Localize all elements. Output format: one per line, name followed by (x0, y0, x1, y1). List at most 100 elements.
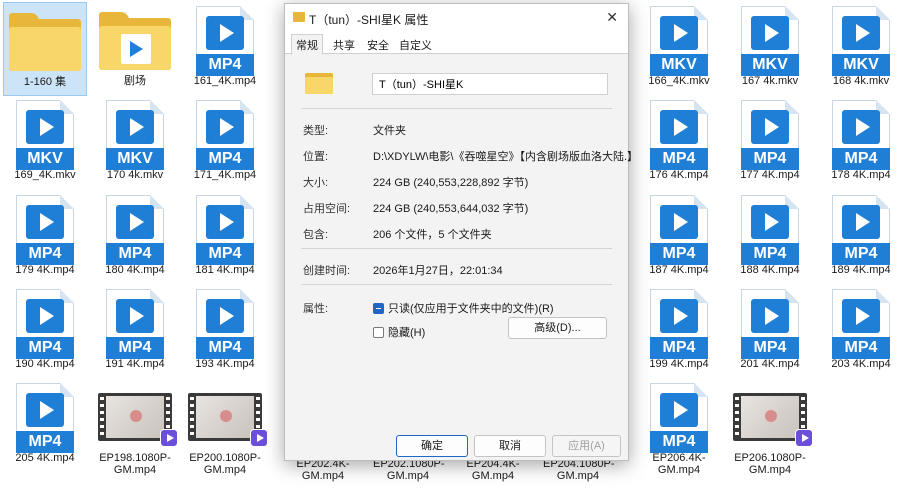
file-label: 201 4K.mp4 (740, 358, 800, 370)
folder-name-input[interactable] (372, 73, 608, 95)
media-folder-icon (99, 12, 171, 70)
file-type-badge: MKV (741, 54, 799, 76)
file-type-badge: MP4 (832, 337, 890, 359)
file-type-badge: MP4 (16, 431, 74, 453)
video-file-icon: MP4 (650, 289, 708, 359)
video-thumbnail-icon (733, 393, 813, 447)
location-value: D:\XDYLW\电影\《吞噬星空》【内含剧场版血洛大陆.】 (373, 151, 639, 163)
video-thumbnail-icon (98, 393, 178, 447)
file-label: 179 4K.mp4 (15, 264, 75, 276)
file-item[interactable]: EP200.1080P-GM.mp4 (183, 379, 268, 476)
file-item[interactable]: MP4 203 4K.mp4 (819, 285, 900, 379)
desktop: 1-160 集剧场 MP4 161_4K.mp4 MKV 166_4K.mkv MKV 16… (0, 0, 900, 491)
disk-size-value: 224 GB (240,553,644,032 字节) (373, 203, 529, 215)
file-label: EP198.1080P-GM.mp4 (99, 452, 171, 476)
file-item[interactable]: EP206.1080P-GM.mp4 (728, 379, 813, 476)
file-item[interactable]: MP4 181 4K.mp4 (183, 191, 267, 285)
file-label: 176 4K.mp4 (649, 169, 709, 181)
file-item[interactable]: MP4 177 4K.mp4 (728, 96, 812, 190)
advanced-button[interactable]: 高级(D)... (508, 317, 607, 339)
file-type-badge: MP4 (741, 243, 799, 265)
file-label: EP206.4K-GM.mp4 (652, 452, 706, 476)
apply-button[interactable]: 应用(A) (552, 435, 621, 457)
file-item[interactable]: MP4 189 4K.mp4 (819, 191, 900, 285)
video-file-icon: MKV (16, 100, 74, 170)
file-label: EP206.1080P-GM.mp4 (734, 452, 806, 476)
file-type-badge: MKV (16, 148, 74, 170)
disk-size-key: 占用空间: (303, 203, 351, 215)
file-item[interactable]: MKV 166_4K.mkv (637, 2, 721, 96)
file-label: 189 4K.mp4 (831, 264, 891, 276)
file-item[interactable]: MP4 188 4K.mp4 (728, 191, 812, 285)
folder-icon (293, 12, 305, 22)
file-item[interactable]: MP4 199 4K.mp4 (637, 285, 721, 379)
file-item[interactable]: MP4 178 4K.mp4 (819, 96, 900, 190)
file-label: 1-160 集 (23, 76, 67, 88)
file-item[interactable]: MP4 179 4K.mp4 (3, 191, 87, 285)
file-item[interactable]: MP4 201 4K.mp4 (728, 285, 812, 379)
video-file-icon: MP4 (16, 383, 74, 453)
hidden-label: 隐藏(H) (388, 327, 426, 339)
tab-sharing[interactable]: 共享 (329, 35, 359, 55)
size-value: 224 GB (240,553,228,892 字节) (373, 177, 529, 189)
video-file-icon: MP4 (16, 195, 74, 265)
file-type-badge: MP4 (196, 337, 254, 359)
file-label: 181 4K.mp4 (195, 264, 255, 276)
file-type-badge: MP4 (832, 243, 890, 265)
file-type-badge: MP4 (741, 148, 799, 170)
tab-custom[interactable]: 自定义 (395, 35, 436, 55)
file-label: 171_4K.mp4 (193, 169, 257, 181)
tab-strip: 常规 共享 安全 自定义 (285, 32, 628, 55)
ok-button[interactable]: 确定 (396, 435, 468, 457)
hidden-checkbox[interactable]: 隐藏(H) (373, 324, 425, 340)
file-item[interactable]: MP4 191 4K.mp4 (93, 285, 177, 379)
file-item[interactable]: MP4 205 4K.mp4 (3, 379, 87, 473)
contains-key: 包含: (303, 229, 329, 241)
file-item[interactable]: MP4 190 4K.mp4 (3, 285, 87, 379)
cancel-button[interactable]: 取消 (474, 435, 546, 457)
file-item[interactable]: MKV 168 4k.mkv (819, 2, 900, 96)
properties-dialog: T（tun）-SHI星K 属性 ✕ 常规 共享 安全 自定义 类型: 文件夹 位… (284, 3, 638, 461)
file-item[interactable]: MKV 170 4k.mkv (93, 96, 177, 190)
video-file-icon: MKV (106, 100, 164, 170)
file-label: 167 4k.mkv (741, 75, 799, 87)
file-item[interactable]: MP4 193 4K.mp4 (183, 285, 267, 379)
close-icon[interactable]: ✕ (606, 9, 618, 26)
file-type-badge: MKV (832, 54, 890, 76)
file-item[interactable]: MP4 171_4K.mp4 (183, 96, 267, 190)
file-item[interactable]: MP4 176 4K.mp4 (637, 96, 721, 190)
file-item[interactable]: 1-160 集 (3, 2, 87, 96)
file-type-badge: MKV (106, 148, 164, 170)
file-item[interactable]: MKV 167 4k.mkv (728, 2, 812, 96)
file-item[interactable]: MP4 180 4K.mp4 (93, 191, 177, 285)
file-item[interactable]: MP4 187 4K.mp4 (637, 191, 721, 285)
file-item[interactable]: 剧场 (93, 2, 177, 96)
readonly-checkbox[interactable]: 只读(仅应用于文件夹中的文件)(R) (373, 300, 554, 316)
tab-security[interactable]: 安全 (363, 35, 393, 55)
video-file-icon: MP4 (16, 289, 74, 359)
checkbox-checked-icon[interactable] (373, 302, 384, 314)
dialog-titlebar[interactable]: T（tun）-SHI星K 属性 ✕ (285, 4, 628, 32)
folder-icon (305, 70, 333, 94)
file-type-badge: MP4 (741, 337, 799, 359)
location-key: 位置: (303, 151, 329, 163)
file-type-badge: MP4 (650, 337, 708, 359)
file-type-badge: MP4 (196, 243, 254, 265)
tab-general[interactable]: 常规 (291, 34, 323, 55)
file-label: 177 4K.mp4 (740, 169, 800, 181)
file-label: 203 4K.mp4 (831, 358, 891, 370)
video-thumbnail-icon (188, 393, 268, 447)
file-type-badge: MP4 (196, 54, 254, 76)
file-item[interactable]: MP4 EP206.4K-GM.mp4 (637, 379, 721, 476)
checkbox-unchecked-icon[interactable] (373, 326, 384, 338)
file-item[interactable]: MP4 161_4K.mp4 (183, 2, 267, 96)
file-type-badge: MP4 (16, 243, 74, 265)
attributes-key: 属性: (303, 303, 329, 315)
file-type-badge: MP4 (196, 148, 254, 170)
file-label: 剧场 (124, 75, 146, 87)
file-label: EP202.4K-GM.mp4 (296, 458, 350, 482)
file-item[interactable]: MKV 169_4K.mkv (3, 96, 87, 190)
file-item[interactable]: EP198.1080P-GM.mp4 (93, 379, 178, 476)
file-label: 169_4K.mkv (14, 169, 76, 181)
file-type-badge: MP4 (650, 431, 708, 453)
